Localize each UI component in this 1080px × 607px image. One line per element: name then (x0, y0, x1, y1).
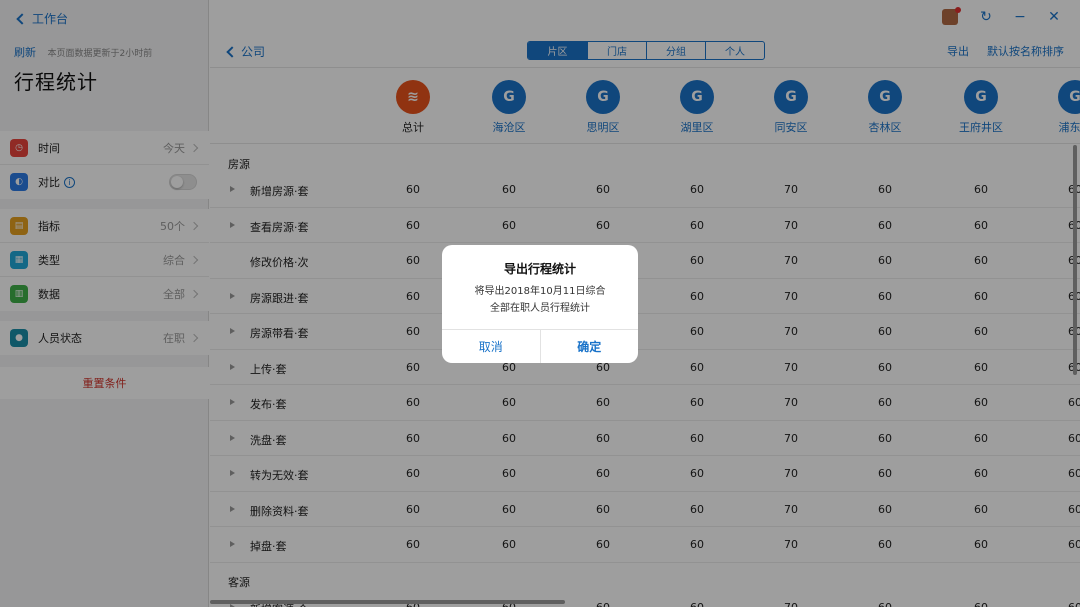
dialog-message: 将导出2018年10月11日综合 全部在职人员行程统计 (442, 283, 638, 317)
dialog-message-line: 将导出2018年10月11日综合 (474, 286, 606, 297)
dialog-buttons: 取消 确定 (442, 329, 638, 363)
app-window: 工作台 刷新 本页面数据更新于2小时前 行程统计 ◷ 时间 今天 ◐ 对比 i … (0, 0, 1080, 607)
export-dialog: 导出行程统计 将导出2018年10月11日综合 全部在职人员行程统计 取消 确定 (442, 245, 638, 363)
confirm-button[interactable]: 确定 (539, 330, 639, 363)
dialog-title: 导出行程统计 (503, 262, 576, 276)
dialog-message-line: 全部在职人员行程统计 (490, 303, 590, 314)
cancel-button[interactable]: 取消 (442, 330, 540, 363)
